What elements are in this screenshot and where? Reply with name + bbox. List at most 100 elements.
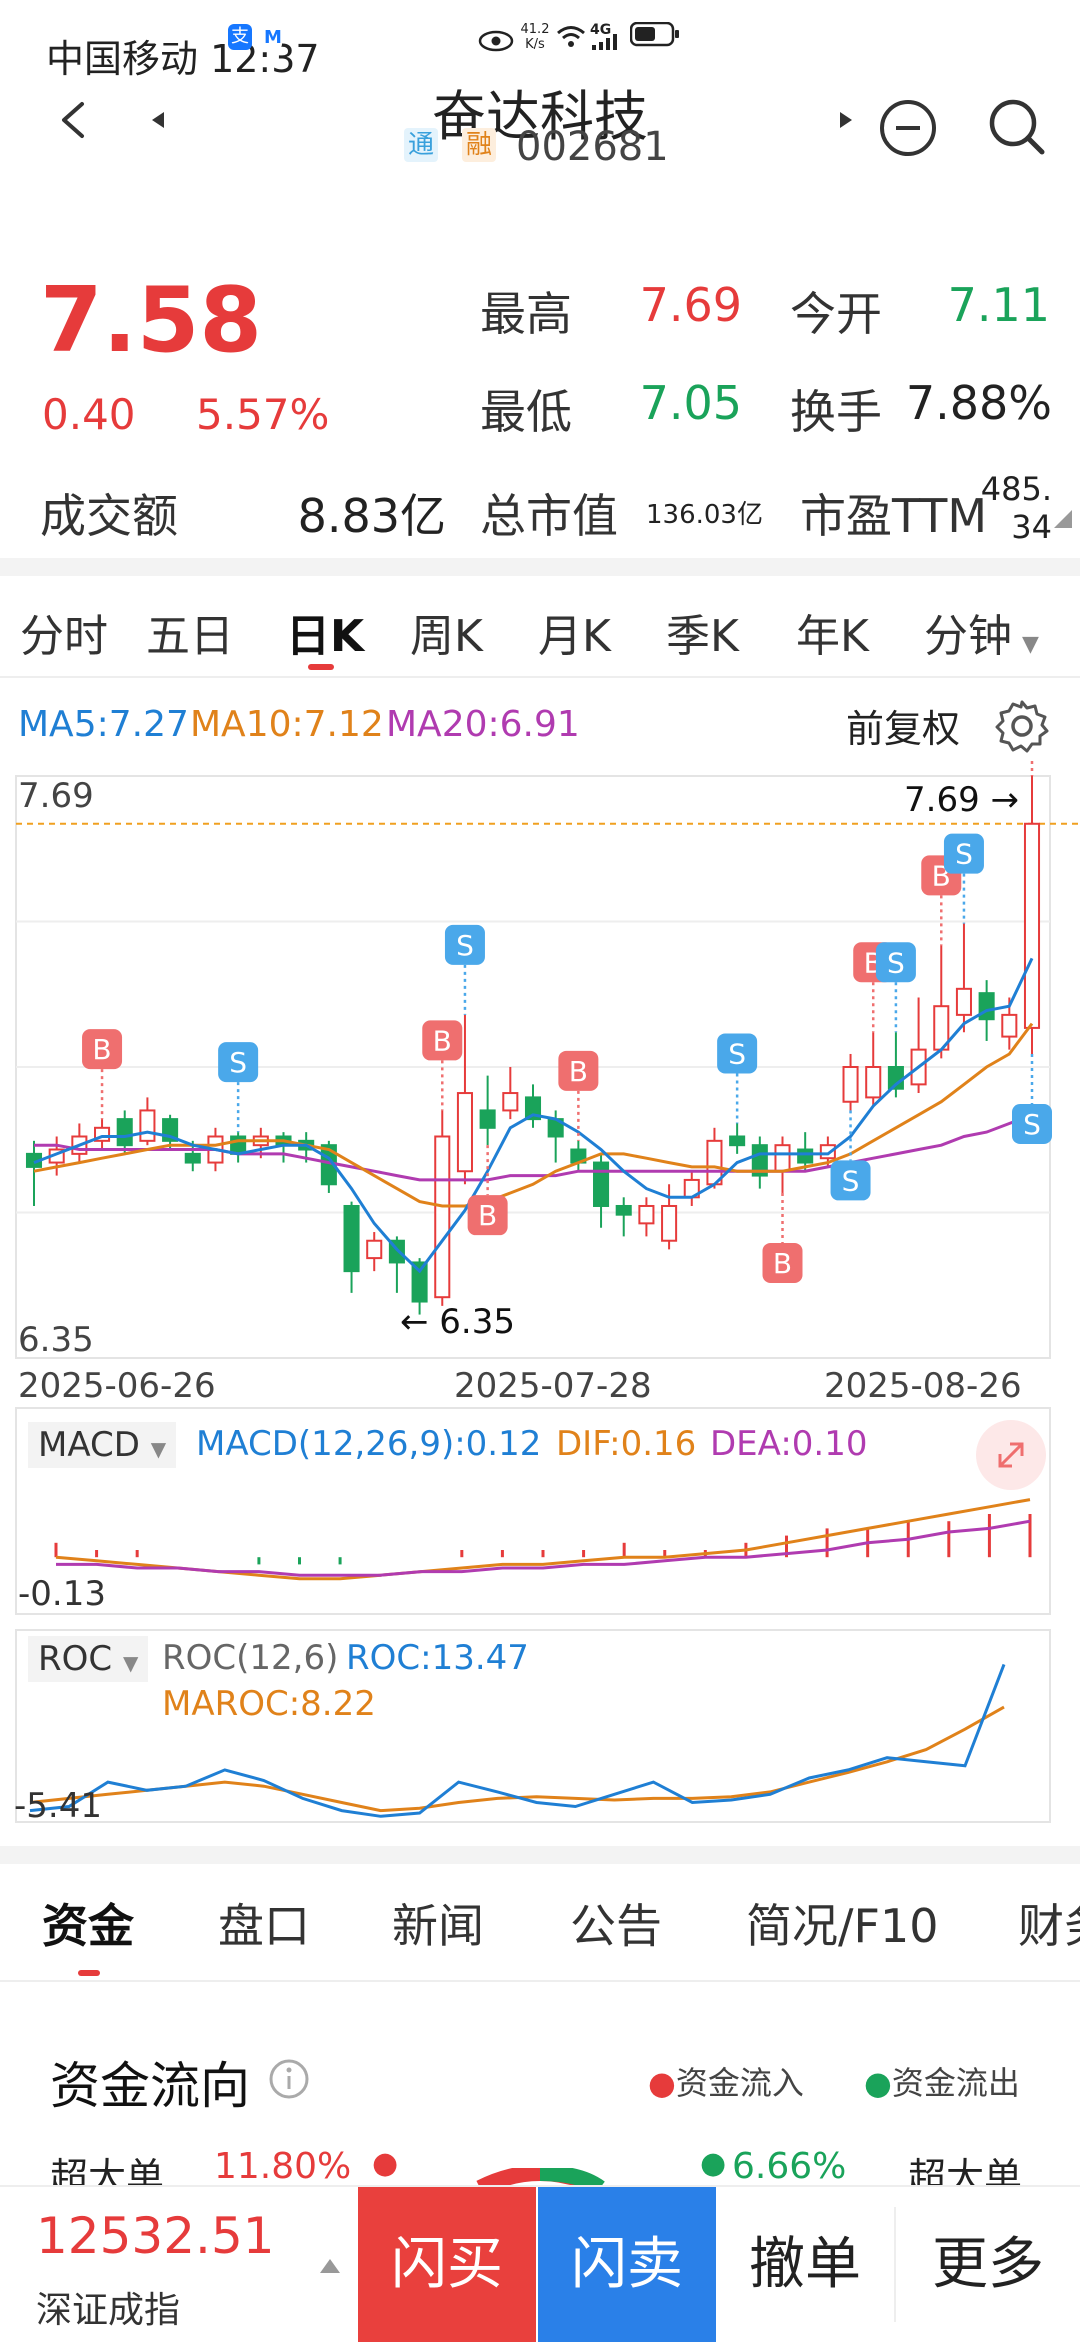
info-icon[interactable] bbox=[268, 2058, 310, 2100]
price-change-pct: 5.57% bbox=[196, 390, 330, 439]
candle-body bbox=[116, 1118, 133, 1147]
signal-letter: B bbox=[92, 1033, 111, 1066]
macd-dif: DIF:0.16 bbox=[556, 1424, 697, 1464]
price-change: 0.40 bbox=[42, 390, 136, 439]
info-tab-5[interactable]: 财务 bbox=[1018, 1890, 1080, 1956]
mktcap-label: 总市值 bbox=[480, 489, 618, 543]
amount-label: 成交额 bbox=[40, 489, 178, 543]
candle-body bbox=[661, 1204, 678, 1242]
fund-flow-title: 资金流向 bbox=[50, 2057, 250, 2115]
ma20-legend: MA20:6.91 bbox=[386, 704, 580, 745]
ma-lines bbox=[33, 957, 1034, 1274]
info-tab-4[interactable]: 简况/F10 bbox=[746, 1890, 939, 1956]
candle-body bbox=[615, 1204, 632, 1216]
macd-params: MACD(12,26,9):0.12 bbox=[196, 1424, 542, 1464]
candle-body bbox=[479, 1109, 496, 1129]
roc-params: ROC(12,6) bbox=[162, 1638, 339, 1678]
candle-body bbox=[1023, 822, 1041, 1029]
search-icon[interactable] bbox=[986, 96, 1048, 158]
signal-letter: S bbox=[1023, 1108, 1041, 1141]
candle-body bbox=[729, 1135, 746, 1147]
candle-body bbox=[774, 1144, 791, 1173]
period-tab-1[interactable]: 五日 bbox=[146, 600, 234, 664]
signal-letter: S bbox=[229, 1046, 247, 1079]
inflow-dot: ● bbox=[372, 2146, 399, 2181]
flash-sell-button[interactable]: 闪卖 bbox=[538, 2187, 716, 2342]
candle-body bbox=[184, 1152, 201, 1164]
legend-inflow: ●资金流入 bbox=[648, 2064, 804, 2102]
info-tab-3[interactable]: 公告 bbox=[570, 1890, 662, 1956]
signal-letter: B bbox=[433, 1024, 452, 1057]
section-divider bbox=[0, 558, 1080, 576]
roc-value: ROC:13.47 bbox=[346, 1638, 529, 1678]
fullscreen-button[interactable] bbox=[976, 1420, 1046, 1490]
period-tab-0[interactable]: 分时 bbox=[20, 600, 108, 664]
macd-dea: DEA:0.10 bbox=[710, 1424, 868, 1464]
amount-value: 8.83亿 bbox=[297, 489, 446, 543]
maroc-value: MAROC:8.22 bbox=[162, 1684, 376, 1724]
period-tab-4[interactable]: 月K bbox=[538, 600, 611, 664]
signal-letter: B bbox=[569, 1055, 588, 1088]
turnover-value: 7.88% bbox=[905, 376, 1052, 430]
pe-label: 市盈TTM bbox=[800, 489, 988, 543]
period-tab-5[interactable]: 季K bbox=[666, 600, 739, 664]
x-label-start: 2025-06-26 bbox=[18, 1366, 216, 1406]
flash-buy-button[interactable]: 闪买 bbox=[358, 2187, 536, 2342]
super-large-out-value: 6.66% bbox=[732, 2146, 847, 2187]
super-large-in-value: 11.80% bbox=[214, 2146, 352, 2187]
dea-line bbox=[56, 1519, 1031, 1577]
signal-letter: S bbox=[456, 929, 474, 962]
candle-body bbox=[638, 1204, 655, 1225]
roc-selector[interactable]: ROC ▼ bbox=[28, 1636, 149, 1682]
open-label: 今开 bbox=[790, 287, 882, 341]
eye-icon bbox=[478, 30, 514, 52]
turnover-label: 换手 bbox=[790, 385, 882, 439]
remove-watchlist-icon[interactable] bbox=[878, 98, 938, 158]
candle-body bbox=[366, 1239, 383, 1260]
index-value[interactable]: 12532.51 bbox=[36, 2207, 275, 2265]
info-tab-1[interactable]: 盘口 bbox=[218, 1890, 310, 1956]
open-value: 7.11 bbox=[947, 278, 1050, 332]
adjust-mode[interactable]: 前复权 bbox=[846, 698, 960, 753]
expand-icon bbox=[998, 1442, 1024, 1468]
high-value: 7.69 bbox=[639, 278, 742, 332]
kline-chart[interactable]: BSSBBBSBSBSBSBS bbox=[0, 760, 1080, 1840]
period-tab-6[interactable]: 年K bbox=[796, 600, 869, 664]
low-value: 7.05 bbox=[639, 376, 742, 430]
high-marker: 7.69 → bbox=[904, 780, 1019, 820]
low-label: 最低 bbox=[480, 385, 572, 439]
signal-letter: S bbox=[842, 1164, 860, 1197]
next-stock-icon[interactable] bbox=[836, 110, 856, 130]
ma5-legend: MA5:7.27 bbox=[18, 704, 189, 745]
info-tab-0[interactable]: 资金 bbox=[42, 1890, 134, 1956]
roc-min-label: -5.41 bbox=[14, 1786, 102, 1826]
candle-body bbox=[1001, 1013, 1018, 1038]
wifi-icon bbox=[557, 26, 585, 47]
period-tab-7[interactable]: 分钟 ▼ bbox=[924, 600, 1039, 664]
candle-body bbox=[434, 1135, 451, 1299]
more-button[interactable]: 更多 bbox=[896, 2187, 1080, 2342]
x-label-end: 2025-08-26 bbox=[824, 1366, 1022, 1406]
ma5-line bbox=[33, 957, 1034, 1274]
rong-badge: 融 bbox=[462, 128, 496, 162]
cancel-order-button[interactable]: 撤单 bbox=[716, 2187, 894, 2342]
expand-corner-icon[interactable] bbox=[1054, 510, 1072, 528]
info-tab-indicator bbox=[78, 1970, 100, 1976]
info-tab-2[interactable]: 新闻 bbox=[392, 1890, 484, 1956]
dropdown-arrow-icon: ▼ bbox=[1022, 632, 1039, 657]
candle-body bbox=[502, 1092, 519, 1112]
candle-body bbox=[230, 1135, 247, 1155]
index-toggle-icon[interactable] bbox=[318, 2255, 342, 2275]
high-label: 最高 bbox=[480, 287, 572, 341]
period-tab-3[interactable]: 周K bbox=[410, 600, 483, 664]
signal-letter: S bbox=[955, 838, 973, 871]
chart-settings-icon[interactable] bbox=[994, 698, 1050, 754]
candle-body bbox=[139, 1109, 156, 1142]
index-name[interactable]: 深证成指 bbox=[36, 2281, 180, 2333]
trade-signals: BSSBBBSBSBSBSBS bbox=[82, 760, 1052, 1283]
period-tab-2[interactable]: 日K bbox=[286, 600, 364, 664]
macd-selector[interactable]: MACD ▼ bbox=[28, 1422, 177, 1468]
macd-min-label: -0.13 bbox=[18, 1574, 106, 1614]
outflow-dot: ● bbox=[700, 2146, 727, 2181]
candle-body bbox=[456, 1092, 473, 1173]
